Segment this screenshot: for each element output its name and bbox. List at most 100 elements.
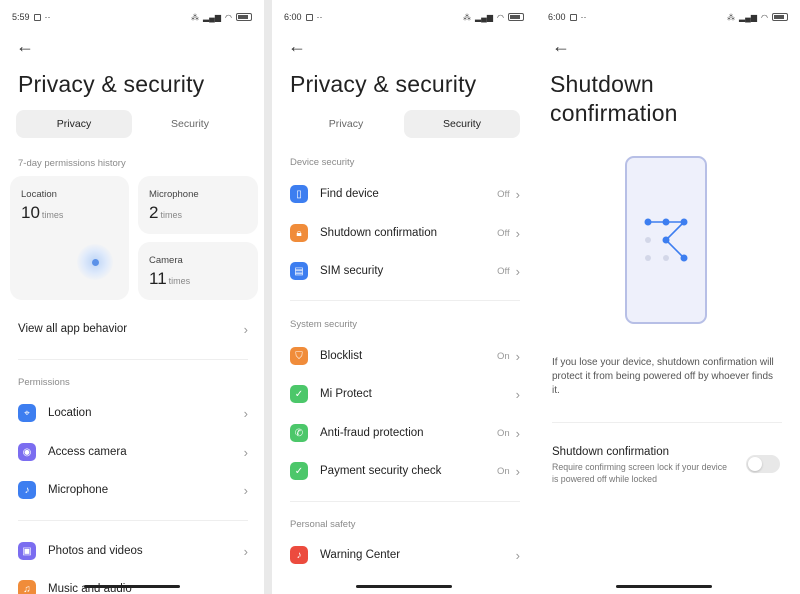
mi-protect-item[interactable]: ✓ Mi Protect › [290, 382, 520, 406]
divider [552, 422, 782, 423]
signal-icon: ▂▄▆ [475, 12, 494, 22]
card-label: Microphone [149, 189, 199, 200]
tab-privacy[interactable]: Privacy [288, 110, 404, 138]
toggle-knob [748, 457, 762, 471]
gesture-bar[interactable] [616, 585, 712, 588]
location-dot-icon [92, 259, 99, 266]
card-value: 11 times [149, 269, 191, 288]
wifi-icon: ◠ [225, 12, 232, 22]
lock-icon: 🔒︎ [290, 224, 308, 242]
photos-icon: ▣ [18, 542, 36, 560]
unlock-pattern-icon [644, 218, 688, 262]
location-icon: ⌖ [18, 404, 36, 422]
row-label: Warning Center [320, 549, 401, 561]
row-label: View all app behavior [18, 323, 128, 335]
chevron-right-icon: › [515, 547, 520, 563]
permission-item-camera[interactable]: ◉ Access camera › [18, 440, 248, 464]
row-label: Anti-fraud protection [320, 427, 424, 439]
row-label: Shutdown confirmation [320, 227, 437, 239]
chevron-right-icon: › [243, 321, 248, 337]
status-bar: 6:00 ·· ⁂ ▂▄▆ ◠ [284, 10, 524, 24]
row-state: On [496, 427, 510, 439]
status-bar: 6:00 ·· ⁂ ▂▄▆ ◠ [548, 10, 788, 24]
wifi-icon: ◠ [761, 12, 768, 22]
back-arrow-icon[interactable]: ← [552, 36, 570, 57]
tab-bar: Privacy Security [16, 110, 248, 138]
blocklist-item[interactable]: ⛉ Blocklist On › [290, 344, 520, 368]
find-device-icon: ▯ [290, 185, 308, 203]
chevron-right-icon: › [243, 405, 248, 421]
status-bar: 5:59 ·· ⁂ ▂▄▆ ◠ [12, 10, 252, 24]
row-label: Mi Protect [320, 388, 372, 400]
history-section-label: 7-day permissions history [18, 158, 126, 169]
tab-bar: Privacy Security [288, 110, 520, 138]
phone-icon: ✆ [290, 424, 308, 442]
permissions-section-label: Permissions [18, 377, 70, 388]
notification-icon [569, 13, 577, 21]
row-label: Blocklist [320, 350, 363, 362]
page-title: Privacy & security [290, 71, 477, 97]
card-label: Location [21, 189, 57, 200]
status-time: 6:00 [548, 12, 566, 22]
chevron-right-icon: › [515, 186, 520, 202]
row-label: Photos and videos [48, 545, 143, 557]
security-screen: 6:00 ·· ⁂ ▂▄▆ ◠ ← Privacy & security Privac… [272, 0, 536, 594]
music-icon: ♫ [18, 580, 36, 594]
tab-privacy[interactable]: Privacy [16, 110, 132, 138]
privacy-screen: 5:59 ·· ⁂ ▂▄▆ ◠ ← Privacy & security Privac… [0, 0, 264, 594]
description-text: If you lose your device, shutdown confir… [552, 357, 774, 396]
row-label: Microphone [48, 484, 109, 496]
chevron-right-icon: › [515, 348, 520, 364]
notification-icon [305, 13, 313, 21]
permission-item-location[interactable]: ⌖ Location › [18, 401, 248, 425]
system-security-label: System security [290, 319, 358, 330]
view-all-app-behavior[interactable]: View all app behavior › [18, 317, 248, 341]
sim-security-item[interactable]: ▤ SIM security Off › [290, 259, 520, 283]
tab-security[interactable]: Security [132, 110, 248, 138]
network-icon: ⁂ [463, 12, 472, 22]
gesture-bar[interactable] [84, 585, 180, 588]
sim-icon: ▤ [290, 262, 308, 280]
shutdown-confirmation-toggle[interactable] [746, 455, 780, 473]
row-state: Off [497, 265, 510, 277]
permission-item-microphone[interactable]: ♪ Microphone › [18, 478, 248, 502]
chevron-right-icon: › [515, 425, 520, 441]
divider [18, 520, 248, 521]
microphone-icon: ♪ [18, 481, 36, 499]
page-title-line-1: Shutdown [550, 71, 654, 97]
status-time: 5:59 [12, 12, 30, 22]
tab-security[interactable]: Security [404, 110, 520, 138]
payment-security-item[interactable]: ✓ Payment security check On › [290, 459, 520, 483]
back-arrow-icon[interactable]: ← [16, 36, 34, 57]
card-label: Camera [149, 255, 183, 266]
notification-icon [33, 13, 41, 21]
wifi-icon: ◠ [497, 12, 504, 22]
signal-icon: ▂▄▆ [203, 12, 222, 22]
page-title: Privacy & security [18, 71, 205, 97]
chevron-right-icon: › [515, 386, 520, 402]
chevron-right-icon: › [515, 225, 520, 241]
camera-card[interactable]: Camera 11 times [138, 242, 258, 300]
anti-fraud-item[interactable]: ✆ Anti-fraud protection On › [290, 421, 520, 445]
permission-item-photos[interactable]: ▣ Photos and videos › [18, 539, 248, 563]
location-card[interactable]: Location 10 times [10, 176, 129, 300]
find-device-item[interactable]: ▯ Find device Off › [290, 182, 520, 206]
toggle-title: Shutdown confirmation [552, 446, 669, 458]
battery-icon [236, 13, 252, 21]
row-label: Location [48, 407, 92, 419]
divider [290, 300, 520, 301]
gesture-bar[interactable] [356, 585, 452, 588]
shutdown-confirmation-item[interactable]: 🔒︎ Shutdown confirmation Off › [290, 221, 520, 245]
card-value: 10 times [21, 203, 64, 222]
row-label: Payment security check [320, 465, 442, 477]
card-value: 2 times [149, 203, 182, 222]
back-arrow-icon[interactable]: ← [288, 36, 306, 57]
warning-center-item[interactable]: ♪ Warning Center › [290, 543, 520, 567]
personal-safety-label: Personal safety [290, 519, 356, 530]
device-security-label: Device security [290, 157, 355, 168]
row-state: Off [497, 227, 510, 239]
divider [18, 359, 248, 360]
network-icon: ⁂ [727, 12, 736, 22]
row-state: On [496, 465, 510, 477]
microphone-card[interactable]: Microphone 2 times [138, 176, 258, 234]
